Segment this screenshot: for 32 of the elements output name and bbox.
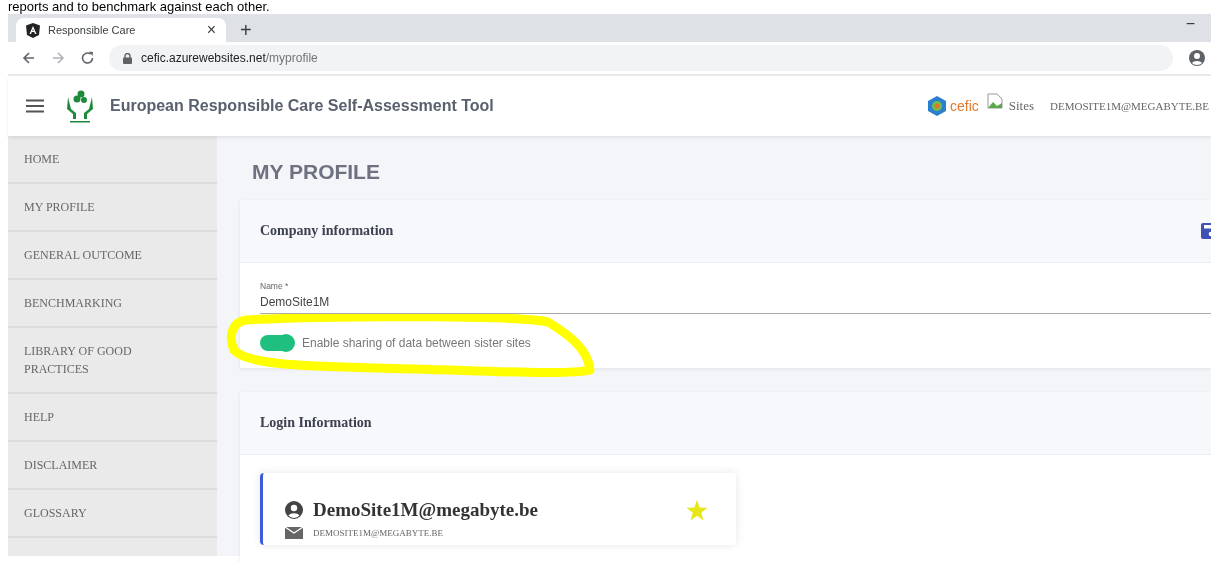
hands-logo-icon — [66, 89, 94, 123]
reload-icon[interactable] — [80, 50, 95, 66]
new-tab-button[interactable]: + — [240, 20, 252, 40]
star-icon — [686, 499, 708, 521]
hexagon-logo-icon — [925, 95, 948, 117]
save-icon[interactable] — [1201, 223, 1211, 239]
caption-text: reports and to benchmark against each other. — [7, 0, 271, 14]
profile-icon[interactable] — [1187, 48, 1207, 68]
menu-icon[interactable] — [26, 99, 44, 113]
minimize-button[interactable]: − — [1185, 15, 1195, 33]
toggle-switch[interactable] — [260, 335, 294, 351]
sites-link[interactable]: Sites — [1008, 98, 1035, 114]
app-title: European Responsible Care Self-Assessment Tool — [110, 97, 494, 115]
account-email: DEMOSITE1M@MEGABYTE.BE — [313, 528, 444, 538]
card-title: Login Information — [260, 415, 372, 431]
tab-close-button[interactable]: × — [206, 22, 216, 38]
browser-tab[interactable]: Responsible Care × — [16, 18, 226, 42]
card-title: Company information — [260, 223, 394, 239]
account-name: DemoSite1M@megabyte.be — [313, 499, 539, 521]
lock-icon — [123, 52, 132, 64]
page-title: MY PROFILE — [252, 160, 381, 184]
back-icon[interactable] — [22, 50, 37, 66]
address-field[interactable]: cefic.azurewebsites.net/myprofile — [109, 45, 1173, 71]
brand-name: cefic — [949, 98, 979, 114]
broken-image-icon — [986, 93, 1003, 109]
url-text: cefic.azurewebsites.net/myprofile — [141, 51, 318, 65]
user-circle-icon — [285, 501, 303, 519]
tab-title: Responsible Care — [48, 24, 137, 36]
toggle-label: Enable sharing of data between sister sites — [302, 336, 531, 350]
name-field[interactable]: Name * DemoSite1M — [260, 281, 1211, 314]
user-email[interactable]: DEMOSITE1M@MEGABYTE.BE — [1050, 100, 1209, 112]
envelope-icon — [285, 527, 303, 539]
